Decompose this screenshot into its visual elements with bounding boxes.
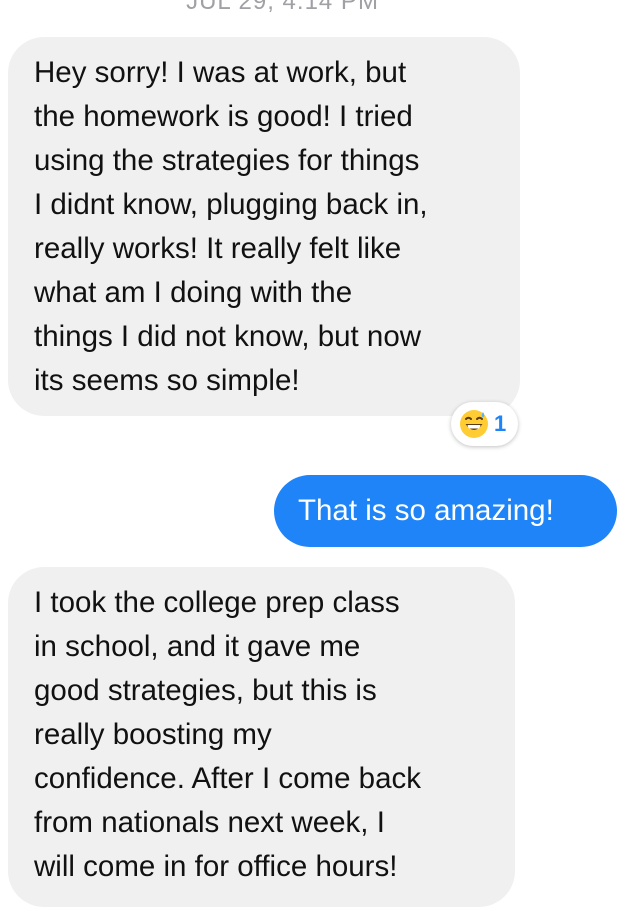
reaction-count: 1 — [494, 411, 507, 436]
outgoing-message-bubble[interactable]: That is so amazing! — [274, 475, 617, 547]
grinning-sweat-emoji-icon — [460, 410, 488, 438]
incoming-message-bubble[interactable]: Hey sorry! I was at work, but the homewo… — [8, 37, 520, 416]
message-reaction-badge[interactable]: 1 — [451, 402, 519, 446]
message-thread[interactable]: JUL 29, 4:14 PM Hey sorry! I was at work… — [0, 0, 630, 923]
message-timestamp: JUL 29, 4:14 PM — [186, 0, 379, 15]
incoming-message-bubble[interactable]: I took the college prep class in school,… — [8, 567, 515, 907]
